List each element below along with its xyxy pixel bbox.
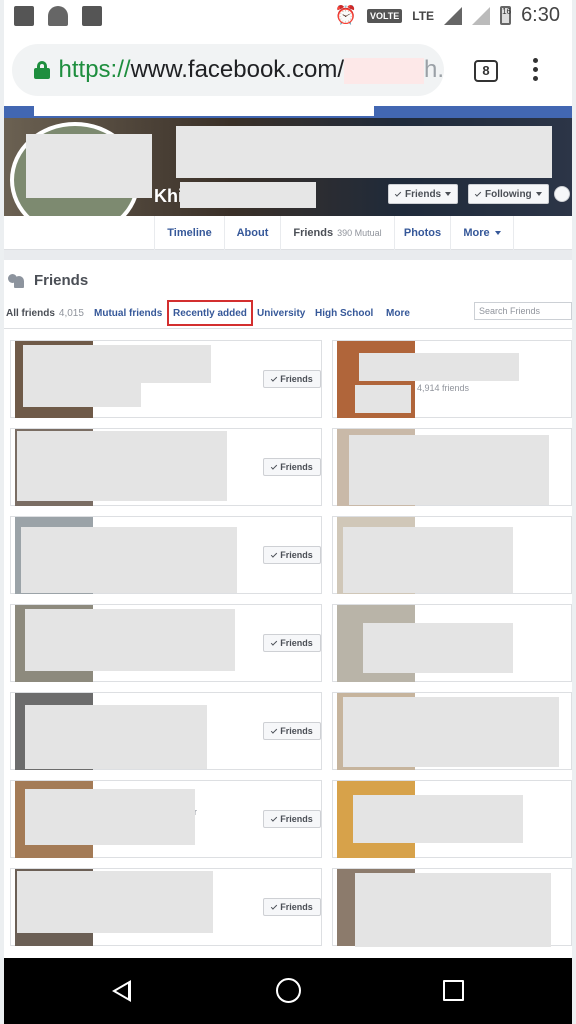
friends-section: Friends All friends 4,015 Mutual friends …: [4, 260, 572, 958]
network-type: LTE: [412, 8, 435, 23]
signal-icon: [444, 6, 463, 25]
friends-button[interactable]: Friends: [263, 722, 321, 740]
friend-card[interactable]: [332, 868, 572, 947]
friend-card[interactable]: [332, 428, 572, 506]
friend-card[interactable]: [332, 516, 572, 594]
redaction: [176, 126, 552, 178]
facebook-header: [4, 106, 572, 118]
redaction: [349, 435, 549, 505]
message-icon[interactable]: [554, 186, 570, 202]
volte-badge: VOLTE: [366, 8, 403, 23]
tab-recently-added[interactable]: Recently added: [167, 300, 253, 326]
check-icon: [271, 374, 278, 382]
check-icon: [271, 462, 278, 470]
home-icon[interactable]: [276, 978, 301, 1003]
check-icon: [271, 550, 278, 558]
friend-card[interactable]: arFriends: [10, 780, 322, 858]
browser-toolbar: https://www.facebook.com/h. 8: [4, 34, 572, 106]
redaction: [25, 609, 235, 671]
friend-subtext: 4,914 friends: [417, 383, 470, 393]
check-icon: [271, 726, 278, 734]
friend-card[interactable]: [332, 692, 572, 770]
friends-button[interactable]: Friends: [263, 898, 321, 916]
facebook-page: Khi Friends Following Timeline About Fri…: [4, 106, 572, 958]
tab-all-friends[interactable]: All friends 4,015: [6, 300, 84, 326]
tab-photos[interactable]: Photos: [394, 216, 450, 250]
friends-button[interactable]: Friends: [263, 546, 321, 564]
tab-mutual-friends[interactable]: Mutual friends: [94, 300, 162, 326]
redaction: [25, 789, 195, 845]
signal-icon-2: [472, 6, 491, 25]
friends-status-button[interactable]: Friends: [388, 184, 459, 204]
check-icon: [271, 814, 278, 822]
people-icon: [8, 273, 26, 288]
tab-friends[interactable]: Friends 390 Mutual: [280, 216, 394, 250]
back-icon[interactable]: [112, 980, 131, 1002]
redaction: [355, 873, 551, 947]
divider: [4, 328, 572, 329]
redaction: [21, 527, 237, 593]
redaction: [17, 431, 227, 501]
check-icon: [271, 902, 278, 910]
redaction: [17, 871, 213, 933]
menu-kebab-icon[interactable]: [533, 58, 539, 84]
facebook-search[interactable]: [34, 106, 374, 116]
tab-more[interactable]: More: [450, 216, 514, 250]
following-button[interactable]: Following: [468, 184, 549, 204]
lock-icon: [34, 61, 50, 79]
tab-about[interactable]: About: [224, 216, 280, 250]
search-friends-input[interactable]: Search Friends: [474, 302, 572, 320]
photo-icon: [14, 6, 34, 26]
friends-button[interactable]: Friends: [263, 810, 321, 828]
redaction: [343, 697, 559, 767]
friend-card[interactable]: Friends: [10, 692, 322, 770]
tab-timeline[interactable]: Timeline: [154, 216, 224, 250]
friend-card[interactable]: 4,914 friends: [332, 340, 572, 418]
tab-more-friends[interactable]: More: [386, 300, 410, 326]
friend-card[interactable]: Friends: [10, 604, 322, 682]
tab-high-school[interactable]: High School: [315, 300, 373, 326]
redaction: [23, 383, 141, 407]
redaction: [26, 134, 152, 198]
friend-card[interactable]: tFriends: [10, 428, 322, 506]
redaction: [25, 705, 207, 769]
friend-card[interactable]: [332, 780, 572, 858]
android-nav-bar: [4, 958, 572, 1024]
profile-nav: Timeline About Friends 390 Mutual Photos …: [4, 216, 572, 250]
redaction: [353, 795, 523, 843]
alarm-icon: ⏰: [334, 5, 357, 25]
status-bar: ⏰ VOLTE LTE 16 6:30: [4, 0, 572, 34]
screen: ⏰ VOLTE LTE 16 6:30 https://www.facebook…: [4, 0, 572, 1024]
maple-leaf-icon: [48, 6, 68, 26]
url-text[interactable]: https://www.facebook.com/h.: [59, 56, 444, 84]
recents-icon[interactable]: [443, 980, 464, 1001]
friends-button[interactable]: Friends: [263, 458, 321, 476]
battery-icon: 16: [500, 6, 512, 25]
redaction: [180, 182, 316, 208]
address-bar[interactable]: https://www.facebook.com/h.: [12, 44, 444, 96]
redaction: [343, 527, 513, 593]
friend-card[interactable]: Friends: [10, 516, 322, 594]
friend-card[interactable]: dsFriends: [10, 340, 322, 418]
clock: 6:30: [521, 4, 560, 26]
redaction: [359, 353, 519, 381]
redaction: [355, 385, 411, 413]
redaction: [23, 345, 211, 383]
friend-card[interactable]: Friends: [10, 868, 322, 946]
tab-university[interactable]: University: [257, 300, 305, 326]
check-icon: [271, 638, 278, 646]
friend-card[interactable]: [332, 604, 572, 682]
profile-name[interactable]: Khi: [154, 186, 183, 207]
friends-button[interactable]: Friends: [263, 634, 321, 652]
redaction: [363, 623, 513, 673]
checkbox-icon: [82, 6, 102, 26]
friends-button[interactable]: Friends: [263, 370, 321, 388]
friends-heading: Friends: [8, 272, 88, 289]
tab-switcher-button[interactable]: 8: [474, 60, 498, 82]
